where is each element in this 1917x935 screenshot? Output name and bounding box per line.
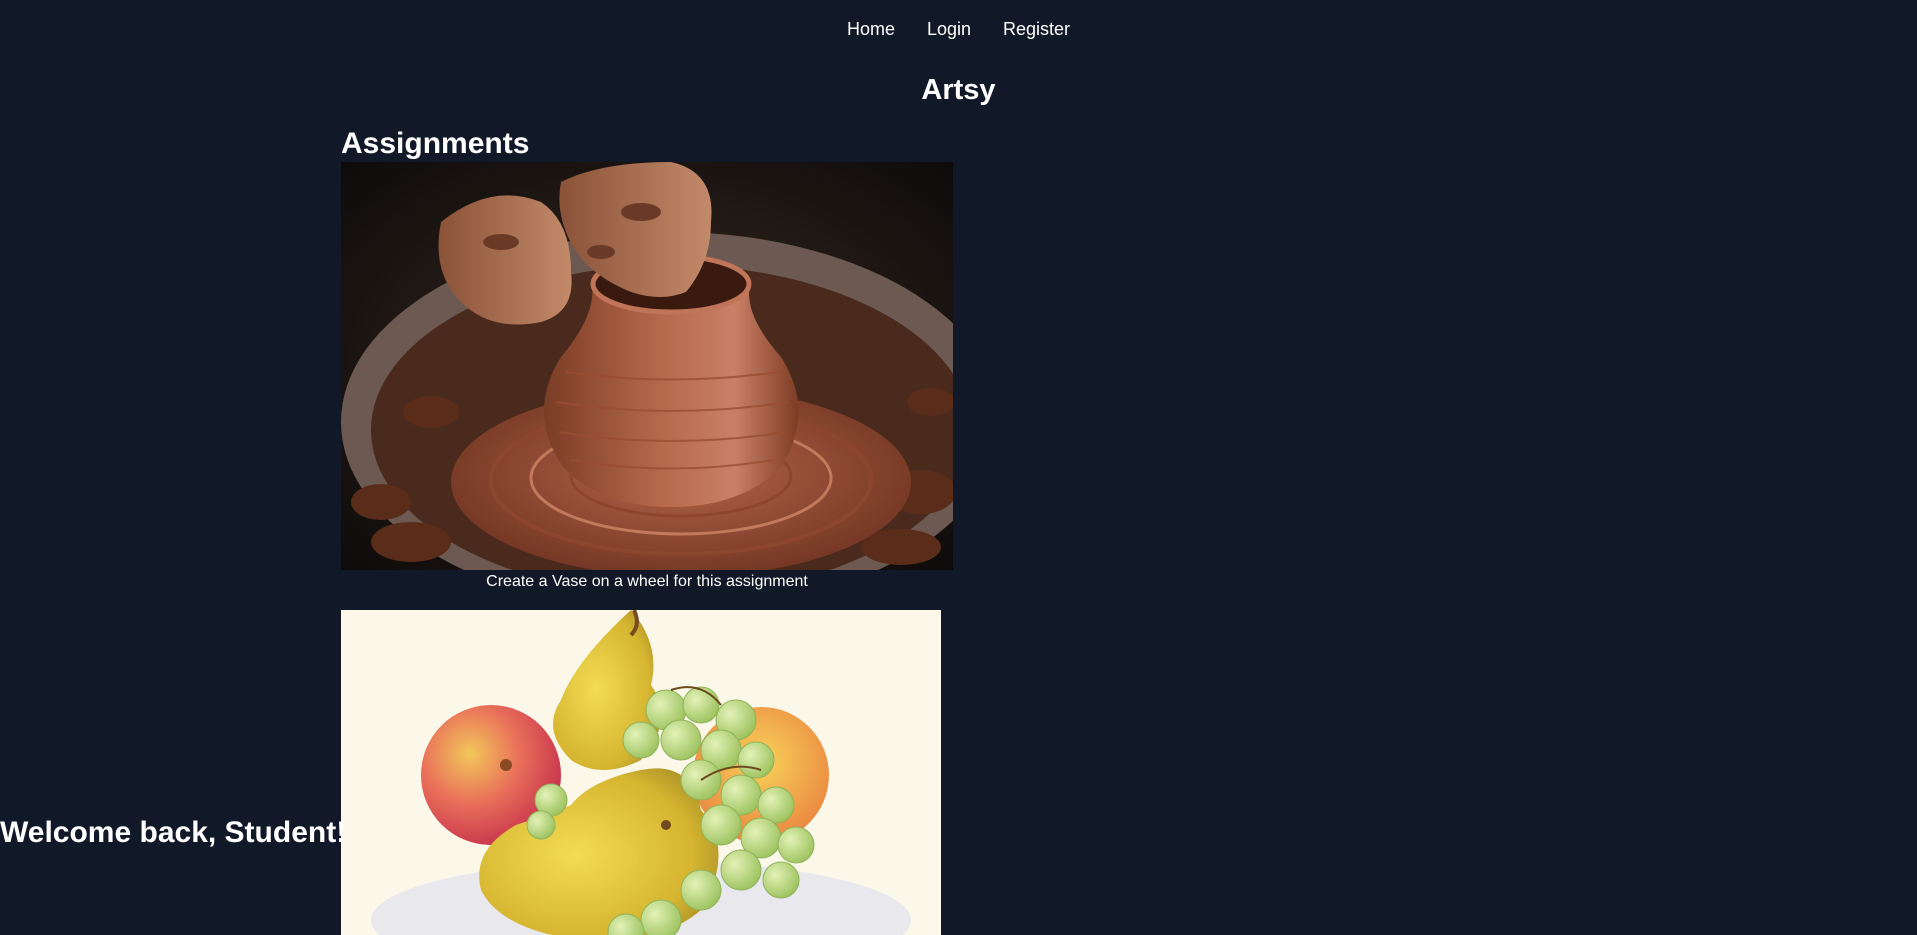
assignments-section: Assignments Create a Vase on a wheel for… xyxy=(341,126,961,935)
welcome-message: Welcome back, Student! xyxy=(0,816,347,849)
nav-home-link[interactable]: Home xyxy=(847,19,895,40)
top-nav: Home Login Register xyxy=(0,0,1917,58)
assignment-card: Create a Vase on a wheel for this assign… xyxy=(341,162,961,594)
watercolor-fruit-bowl-image xyxy=(341,610,941,935)
nav-login-link[interactable]: Login xyxy=(927,19,971,40)
assignment-caption: Create a Vase on a wheel for this assign… xyxy=(486,573,808,590)
site-title: Artsy xyxy=(921,74,996,106)
assignment-card xyxy=(341,610,961,935)
assignments-heading: Assignments xyxy=(341,127,530,160)
nav-register-link[interactable]: Register xyxy=(1003,19,1070,40)
pottery-wheel-vase-image xyxy=(341,162,953,570)
page: Home Login Register Artsy Assignments Cr… xyxy=(0,0,1917,935)
